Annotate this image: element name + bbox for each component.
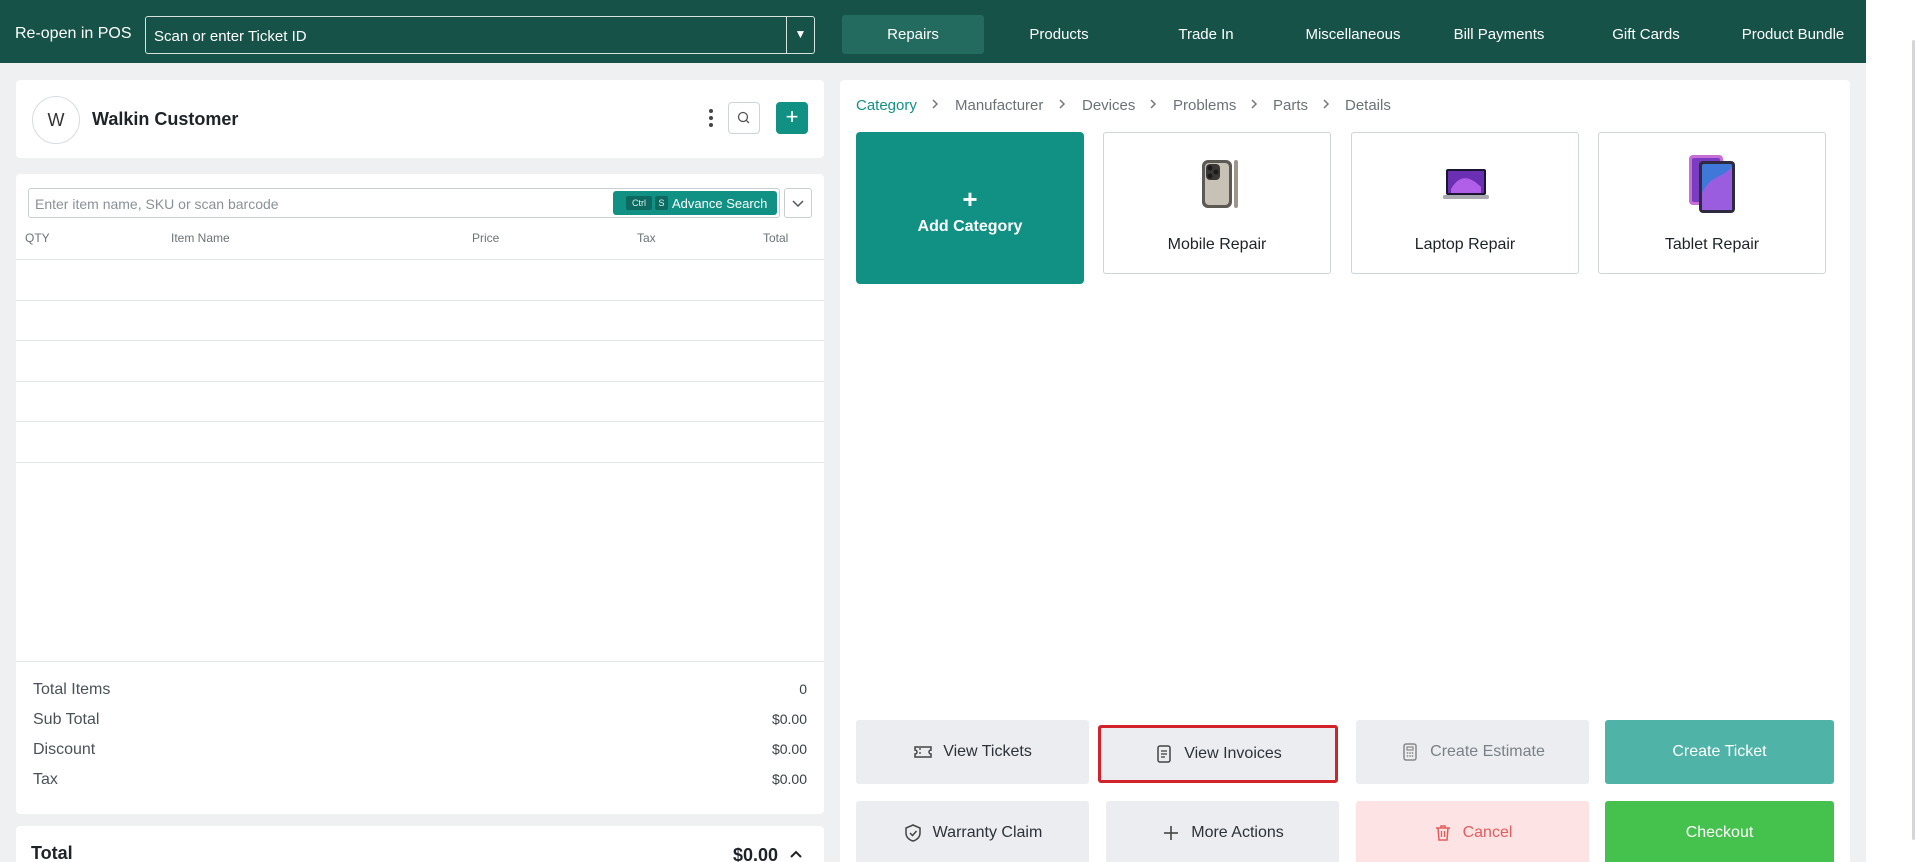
kbd-ctrl-badge: Ctrl (626, 196, 652, 210)
column-header-price: Price (472, 231, 500, 245)
table-row-divider (16, 340, 824, 341)
tab-trade-in[interactable]: Trade In (1135, 15, 1277, 54)
summary-tax-value: $0.00 (771, 771, 807, 787)
category-tile-mobile-repair[interactable]: Mobile Repair (1103, 132, 1331, 274)
add-category-label: Add Category (917, 218, 1023, 235)
customer-search-button[interactable] (728, 102, 760, 134)
chevron-right-icon (932, 99, 939, 109)
create-estimate-label: Create Estimate (1430, 743, 1545, 760)
avatar: W (32, 96, 80, 144)
calculator-icon (1403, 743, 1417, 761)
breadcrumb-devices[interactable]: Devices (1082, 97, 1135, 114)
kbd-s-badge: S (655, 196, 668, 210)
search-options-dropdown[interactable] (784, 188, 812, 218)
ticket-id-select[interactable]: Scan or enter Ticket ID ▼ (145, 16, 815, 54)
category-label: Laptop Repair (1414, 236, 1516, 253)
table-row-divider (16, 300, 824, 301)
item-search-placeholder: Enter item name, SKU or scan barcode (35, 196, 279, 212)
tab-bill-payments[interactable]: Bill Payments (1428, 15, 1570, 54)
chevron-right-icon (1150, 99, 1157, 109)
invoice-icon (1157, 745, 1171, 763)
search-icon (737, 111, 750, 124)
summary-divider (16, 661, 824, 662)
table-row-divider (16, 462, 824, 463)
plus-icon: + (962, 184, 978, 214)
total-value: $0.00 (733, 845, 779, 862)
chevron-right-icon (1323, 99, 1330, 109)
view-tickets-label: View Tickets (943, 743, 1032, 760)
cart-card (16, 174, 824, 814)
advance-search-label: Advance Search (672, 196, 768, 211)
column-header-qty: QTY (25, 231, 50, 245)
more-actions-label: More Actions (1191, 824, 1284, 841)
category-tile-tablet-repair[interactable]: Tablet Repair (1598, 132, 1826, 274)
chevron-up-icon[interactable] (789, 847, 803, 861)
breadcrumb-category[interactable]: Category (856, 97, 917, 114)
ticket-id-placeholder: Scan or enter Ticket ID (154, 28, 307, 45)
breadcrumb-parts[interactable]: Parts (1273, 97, 1308, 114)
advance-search-button[interactable]: Ctrl S Advance Search (613, 191, 777, 215)
page-scrollbar[interactable] (1912, 40, 1915, 840)
summary-discount-label: Discount (33, 741, 96, 758)
customer-card: W Walkin Customer + (16, 80, 824, 158)
top-navigation-bar: Re-open in POS Scan or enter Ticket ID ▼… (0, 0, 1866, 63)
create-ticket-button[interactable]: Create Ticket (1605, 720, 1834, 784)
add-customer-button[interactable]: + (776, 102, 808, 134)
breadcrumb-problems[interactable]: Problems (1173, 97, 1236, 114)
column-header-tax: Tax (637, 231, 656, 245)
create-estimate-button[interactable]: Create Estimate (1356, 720, 1589, 784)
table-row-divider (16, 259, 824, 260)
breadcrumb-details[interactable]: Details (1345, 97, 1391, 114)
category-tile-laptop-repair[interactable]: Laptop Repair (1351, 132, 1579, 274)
laptop-device-icon (1443, 169, 1489, 199)
warranty-claim-button[interactable]: Warranty Claim (856, 801, 1089, 862)
chevron-down-icon (792, 200, 804, 208)
ticket-icon (914, 746, 932, 758)
summary-tax-label: Tax (33, 771, 58, 788)
cancel-label: Cancel (1462, 824, 1513, 841)
table-row-divider (16, 421, 824, 422)
scrollbar-gutter (1866, 0, 1918, 862)
category-label: Tablet Repair (1664, 236, 1760, 253)
summary-subtotal-value: $0.00 (771, 711, 807, 727)
summary-discount-value: $0.00 (771, 741, 807, 757)
reopen-in-pos-label: Re-open in POS (15, 25, 132, 42)
tab-products[interactable]: Products (988, 15, 1130, 54)
tab-product-bundle[interactable]: Product Bundle (1722, 15, 1864, 54)
warranty-claim-label: Warranty Claim (932, 824, 1043, 841)
tablet-device-icon (1689, 155, 1735, 213)
category-label: Mobile Repair (1167, 236, 1267, 253)
checkout-label: Checkout (1685, 824, 1754, 841)
view-invoices-label: View Invoices (1184, 745, 1282, 762)
phone-device-icon (1202, 160, 1238, 208)
total-card[interactable] (16, 826, 824, 862)
view-invoices-button[interactable]: View Invoices (1098, 725, 1338, 783)
chevron-right-icon (1251, 99, 1258, 109)
more-actions-button[interactable]: More Actions (1106, 801, 1339, 862)
table-row-divider (16, 381, 824, 382)
summary-subtotal-label: Sub Total (33, 711, 100, 728)
breadcrumb-manufacturer[interactable]: Manufacturer (955, 97, 1043, 114)
summary-total-items-label: Total Items (33, 681, 111, 698)
trash-icon (1435, 825, 1450, 841)
chevron-right-icon (1059, 99, 1066, 109)
tab-miscellaneous[interactable]: Miscellaneous (1282, 15, 1424, 54)
add-category-button[interactable]: + Add Category (856, 132, 1084, 284)
create-ticket-label: Create Ticket (1672, 743, 1767, 760)
column-header-total: Total (763, 231, 789, 245)
cancel-button[interactable]: Cancel (1356, 801, 1589, 862)
more-options-icon[interactable] (704, 107, 718, 133)
tab-gift-cards[interactable]: Gift Cards (1575, 15, 1717, 54)
total-label: Total (31, 843, 73, 862)
plus-icon (1164, 826, 1179, 840)
view-tickets-button[interactable]: View Tickets (856, 720, 1089, 784)
caret-down-icon[interactable]: ▼ (786, 17, 814, 53)
shield-check-icon (904, 824, 921, 842)
summary-total-items-value: 0 (799, 681, 807, 697)
column-header-item-name: Item Name (171, 231, 230, 245)
checkout-button[interactable]: Checkout (1605, 801, 1834, 862)
customer-name[interactable]: Walkin Customer (92, 109, 238, 130)
tab-repairs[interactable]: Repairs (842, 15, 984, 54)
